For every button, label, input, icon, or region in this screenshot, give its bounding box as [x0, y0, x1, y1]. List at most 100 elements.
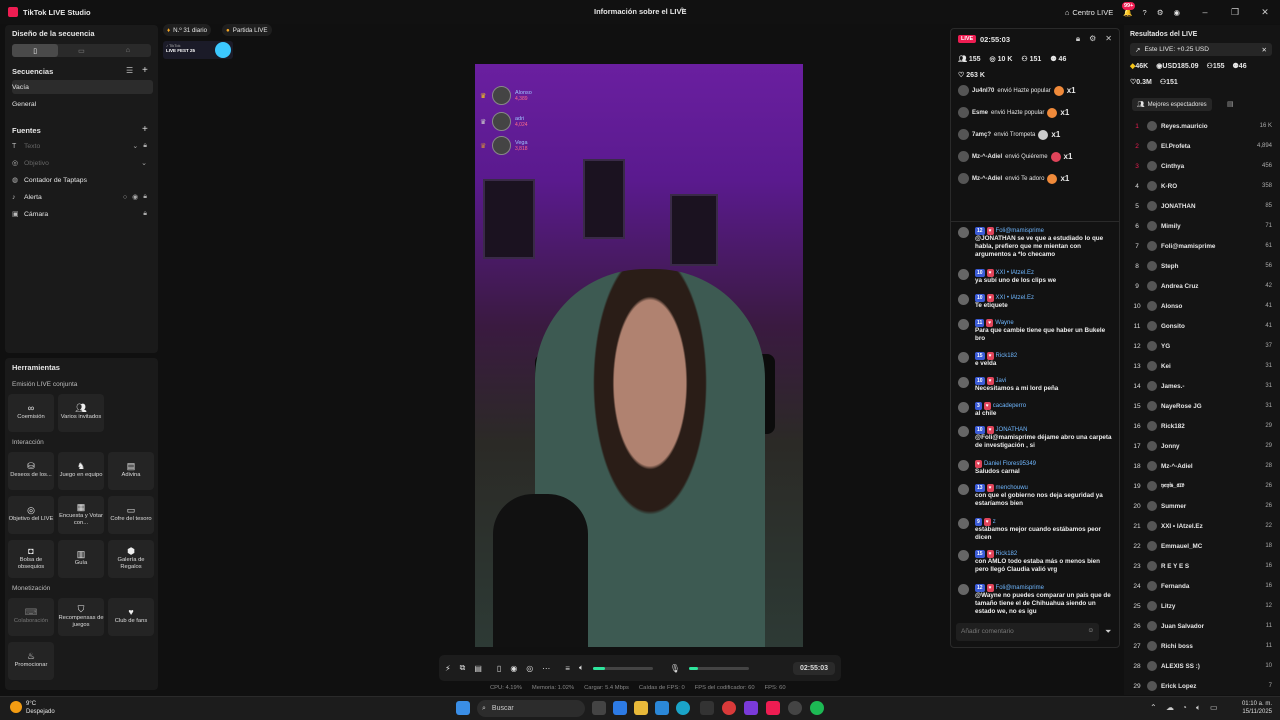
edge-icon[interactable] [676, 701, 690, 715]
chat-username[interactable]: Foli@mamisprime [996, 584, 1044, 592]
live-preview[interactable]: ♛ Alonso 4,389 ♛ adri 4,024 ♛ Vega 3,818 [475, 64, 803, 647]
lock-icon[interactable]: 🔒︎ [143, 142, 147, 150]
source-item[interactable]: ◍ Contador de Taptaps [12, 173, 153, 187]
live-info-title[interactable]: Información sobre el LIVE [594, 7, 687, 16]
chat-username[interactable]: JONATHAN [996, 426, 1028, 434]
tool-poll[interactable]: ▦ Encuesta y Votar con... [58, 496, 104, 534]
viewer-row[interactable]: 18 Mz-^-Adiel 28 [1130, 459, 1272, 473]
avatar[interactable]: ◉ [1173, 8, 1180, 17]
chat-message[interactable]: 9 ♥ z estábamos mejor cuando estábamos peor… [958, 518, 1113, 542]
equalizer-icon[interactable]: ≡ [565, 664, 570, 673]
tool-collab[interactable]: ⌨ Colaboración [8, 598, 54, 636]
chat-username[interactable]: Javi [996, 377, 1007, 385]
viewer-row[interactable]: 7 Foli@mamisprime 61 [1130, 239, 1272, 253]
add-sequence-icon[interactable]: + [142, 65, 148, 76]
lock-icon[interactable]: 🔒︎ [143, 193, 147, 201]
viewer-row[interactable]: 20 Summer 26 [1130, 499, 1272, 513]
viewer-row[interactable]: 3 Cinthya 456 [1130, 159, 1272, 173]
tool-coemision[interactable]: ∞ Coemisión [8, 394, 54, 432]
chat-username[interactable]: z [993, 518, 996, 526]
viewer-row[interactable]: 9 Andrea Cruz 42 [1130, 279, 1272, 293]
sequence-item[interactable]: Vacía [12, 80, 153, 94]
tool-game-rewards[interactable]: ⛉ Recompensas de juegos [58, 598, 104, 636]
speaker-volume-slider[interactable] [592, 666, 653, 670]
chat-message[interactable]: 10 ♥ XXI • lAtzel.Ez Te etiquete [958, 294, 1113, 310]
start-icon[interactable] [456, 701, 470, 715]
copilot-icon[interactable] [613, 701, 627, 715]
chat-username[interactable]: Rick182 [996, 352, 1018, 360]
tool-goal[interactable]: ◎ Objetivo del LIVE [8, 496, 54, 534]
viewer-row[interactable]: 24 Fernanda 16 [1130, 579, 1272, 593]
app-icon[interactable] [700, 701, 714, 715]
source-item[interactable]: T Texto ⌄ 🔒︎ [12, 139, 153, 153]
tool-gallery[interactable]: ⬢ Galería de Regalos [108, 540, 154, 578]
tab-top-viewers[interactable]: 👥︎ Mejores espectadores [1132, 98, 1212, 111]
event-banner[interactable]: ♪ TikTok LIVE FEST 25 [163, 41, 233, 59]
chat-message[interactable]: 10 ♥ Javi Necesitamos a mi lord peña [958, 377, 1113, 393]
close-icon[interactable]: ✕ [1262, 46, 1267, 54]
viewer-row[interactable]: 14 James.- 31 [1130, 379, 1272, 393]
wifi-icon[interactable]: ◔ [1182, 703, 1187, 712]
taskbar-search[interactable]: ⌕ Buscar [477, 700, 585, 717]
more-icon[interactable]: ⋯ [542, 664, 550, 673]
layout-switch[interactable]: ▯ ▭ ⌂ [12, 44, 151, 57]
close-icon[interactable]: ✕ [1105, 34, 1112, 44]
chat-message[interactable]: 15 ♥ Rick182 e velda [958, 352, 1113, 368]
chat-username[interactable]: Daniel Flores95349 [984, 460, 1036, 468]
app-icon[interactable] [744, 701, 758, 715]
viewer-row[interactable]: 22 Emmauel_MC 18 [1130, 539, 1272, 553]
chat-username[interactable]: XXI • lAtzel.Ez [996, 269, 1034, 277]
app-icon[interactable] [722, 701, 736, 715]
tool-guests[interactable]: 👥︎ Varios invitados [58, 394, 104, 432]
viewer-row[interactable]: 16 Rick182 29 [1130, 419, 1272, 433]
chat-username[interactable]: XXI • lAtzel.Ez [996, 294, 1034, 302]
chat-message[interactable]: 13 ♥ menchouwu con que el gobierno nos deja… [958, 484, 1113, 508]
store-icon[interactable] [655, 701, 669, 715]
viewer-row[interactable]: 6 Mimily 71 [1130, 219, 1272, 233]
help-icon[interactable]: ? [1143, 8, 1147, 17]
folder-icon[interactable] [634, 701, 648, 715]
sequence-item[interactable]: General [12, 97, 153, 111]
camera-icon[interactable]: ◎ [526, 664, 533, 673]
viewer-row[interactable]: 1 Reyes.mauricio 16 K [1130, 119, 1272, 133]
settings-icon[interactable]: ⚙ [1157, 8, 1164, 17]
lock-icon[interactable]: 🔒︎ [1076, 34, 1080, 44]
viewer-row[interactable]: 29 Erick Lopez 7 [1130, 679, 1272, 693]
viewer-row[interactable]: 8 Steph 56 [1130, 259, 1272, 273]
viewer-row[interactable]: 23 R E Y E S 16 [1130, 559, 1272, 573]
chat-username[interactable]: cacadeperro [993, 402, 1026, 410]
spotify-icon[interactable] [810, 701, 824, 715]
screen-icon[interactable]: ▤ [474, 664, 482, 673]
tool-treasure[interactable]: ▭ Cofre del tesoro [108, 496, 154, 534]
target-icon[interactable]: ○ [123, 194, 127, 201]
chat-username[interactable]: Rick182 [996, 550, 1018, 558]
add-source-icon[interactable]: + [142, 124, 148, 135]
centro-live-button[interactable]: ⌂ Centro LIVE [1065, 8, 1113, 17]
vertical-layout-icon[interactable]: ▯ [12, 44, 59, 57]
viewer-row[interactable]: 27 Richi boss 11 [1130, 639, 1272, 653]
eye-icon[interactable]: ◉ [132, 193, 138, 201]
list-icon[interactable]: ☰ [126, 66, 133, 75]
lock-layout-icon[interactable]: ⌂ [105, 44, 151, 57]
source-item[interactable]: ♪ Alerta ○ ◉ 🔒︎ [12, 190, 153, 204]
chevron-down-icon[interactable]: ⌄ [141, 159, 147, 167]
speaker-icon[interactable]: 🔈︎ [1196, 703, 1201, 713]
close-icon[interactable]: ✕ [1250, 7, 1280, 18]
chat-message[interactable]: ♥ Daniel Flores95349 Saludos carnal [958, 460, 1113, 476]
clock[interactable]: 01:10 a. m. 15/11/2025 [1242, 700, 1272, 716]
settings-icon[interactable]: ⚙ [1089, 34, 1096, 44]
viewer-row[interactable]: 19 𝔶𝔢𝔶𝔦𝔰_𝔞𝔯𝔬 26 [1130, 479, 1272, 493]
magic-icon[interactable]: ⚡︎ [445, 664, 451, 673]
tool-guide[interactable]: ▥ Guía [58, 540, 104, 578]
earnings-box[interactable]: ↗ Este LIVE: +0.25 USD ✕ [1130, 43, 1272, 56]
filter-icon[interactable]: ⏷ [1105, 627, 1111, 637]
tiktok-icon[interactable] [766, 701, 780, 715]
chevron-up-icon[interactable]: ⌃ [1150, 703, 1157, 712]
tool-fan-club[interactable]: ♥ Club de fans [108, 598, 154, 636]
speaker-icon[interactable]: 🔈︎ [579, 663, 584, 673]
viewer-row[interactable]: 26 Juan Salvador 11 [1130, 619, 1272, 633]
viewer-row[interactable]: 15 NayeRose JG 31 [1130, 399, 1272, 413]
viewer-row[interactable]: 11 Gonsito 41 [1130, 319, 1272, 333]
chat-message[interactable]: 10 ♥ XXI • lAtzel.Ez ya subí uno de los cli… [958, 269, 1113, 285]
mic-volume-slider[interactable] [688, 666, 749, 670]
